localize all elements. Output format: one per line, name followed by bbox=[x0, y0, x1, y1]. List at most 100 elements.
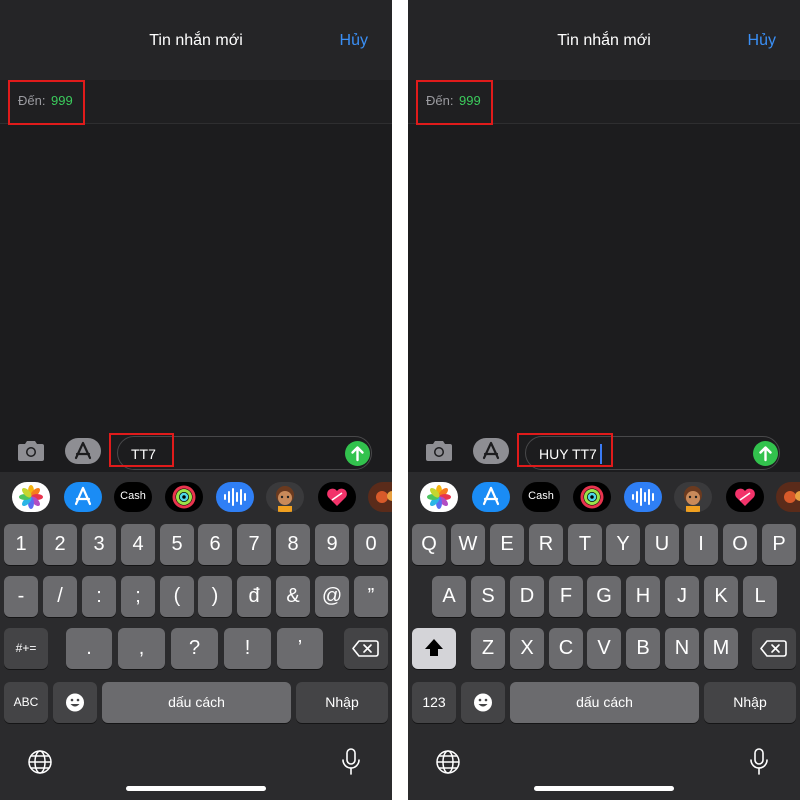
key[interactable]: N bbox=[665, 628, 699, 669]
audio-message-icon[interactable] bbox=[624, 482, 662, 512]
key[interactable]: O bbox=[723, 524, 757, 565]
abc-mode-key[interactable]: ABC bbox=[4, 682, 48, 723]
key[interactable]: ! bbox=[224, 628, 271, 669]
key[interactable]: 4 bbox=[121, 524, 155, 565]
key[interactable]: Q bbox=[412, 524, 446, 565]
key[interactable]: T bbox=[568, 524, 602, 565]
return-key[interactable]: Nhập bbox=[296, 682, 388, 723]
key[interactable]: I bbox=[684, 524, 718, 565]
key[interactable]: G bbox=[587, 576, 621, 617]
key[interactable]: 0 bbox=[354, 524, 388, 565]
key[interactable]: 8 bbox=[276, 524, 310, 565]
app-strip: Cash bbox=[0, 472, 392, 522]
key[interactable]: / bbox=[43, 576, 77, 617]
key[interactable]: 3 bbox=[82, 524, 116, 565]
shift-key[interactable] bbox=[412, 628, 456, 669]
delete-key[interactable] bbox=[752, 628, 796, 669]
page-title: Tin nhắn mới bbox=[557, 32, 651, 49]
globe-icon[interactable] bbox=[434, 748, 462, 776]
key[interactable]: 7 bbox=[237, 524, 271, 565]
key[interactable]: : bbox=[82, 576, 116, 617]
key[interactable]: F bbox=[549, 576, 583, 617]
microphone-icon[interactable] bbox=[338, 746, 364, 778]
sticker-icon[interactable] bbox=[776, 482, 800, 512]
photos-icon[interactable] bbox=[12, 482, 50, 512]
key[interactable]: ? bbox=[171, 628, 218, 669]
key[interactable]: ( bbox=[160, 576, 194, 617]
key[interactable]: & bbox=[276, 576, 310, 617]
key[interactable]: P bbox=[762, 524, 796, 565]
key[interactable]: R bbox=[529, 524, 563, 565]
key[interactable]: J bbox=[665, 576, 699, 617]
key[interactable]: D bbox=[510, 576, 544, 617]
key[interactable]: 5 bbox=[160, 524, 194, 565]
key[interactable]: H bbox=[626, 576, 660, 617]
screen-right: Tin nhắn mới Hủy Đến: 999 HUY TT7 Cash Q… bbox=[408, 0, 800, 800]
key[interactable]: - bbox=[4, 576, 38, 617]
cancel-button[interactable]: Hủy bbox=[748, 32, 776, 50]
key[interactable]: X bbox=[510, 628, 544, 669]
space-key[interactable]: dấu cách bbox=[102, 682, 291, 723]
key[interactable]: . bbox=[66, 628, 112, 669]
digital-touch-icon[interactable] bbox=[318, 482, 356, 512]
key[interactable]: 6 bbox=[198, 524, 232, 565]
key[interactable]: M bbox=[704, 628, 738, 669]
home-indicator[interactable] bbox=[534, 786, 674, 791]
key[interactable]: B bbox=[626, 628, 660, 669]
key[interactable]: 1 bbox=[4, 524, 38, 565]
memoji-icon[interactable] bbox=[674, 482, 712, 512]
key[interactable]: 9 bbox=[315, 524, 349, 565]
key[interactable]: ’ bbox=[277, 628, 323, 669]
recipient-highlight bbox=[416, 80, 493, 125]
send-button[interactable] bbox=[753, 441, 778, 466]
emoji-key[interactable] bbox=[53, 682, 97, 723]
sticker-icon[interactable] bbox=[368, 482, 392, 512]
app-store-icon[interactable] bbox=[472, 482, 510, 512]
app-store-icon[interactable] bbox=[64, 482, 102, 512]
key[interactable]: ; bbox=[121, 576, 155, 617]
symbols-mode-key[interactable]: #+= bbox=[4, 628, 48, 669]
key[interactable]: U bbox=[645, 524, 679, 565]
activity-icon[interactable] bbox=[573, 482, 611, 512]
return-key[interactable]: Nhập bbox=[704, 682, 796, 723]
numbers-mode-key[interactable]: 123 bbox=[412, 682, 456, 723]
apple-cash-icon[interactable]: Cash bbox=[522, 482, 560, 512]
app-store-icon[interactable] bbox=[473, 438, 509, 464]
audio-message-icon[interactable] bbox=[216, 482, 254, 512]
cancel-button[interactable]: Hủy bbox=[340, 32, 368, 50]
message-highlight bbox=[517, 433, 613, 467]
key[interactable]: K bbox=[704, 576, 738, 617]
activity-icon[interactable] bbox=[165, 482, 203, 512]
digital-touch-icon[interactable] bbox=[726, 482, 764, 512]
key[interactable]: L bbox=[743, 576, 777, 617]
key[interactable]: A bbox=[432, 576, 466, 617]
key[interactable]: , bbox=[118, 628, 165, 669]
key[interactable]: S bbox=[471, 576, 505, 617]
backspace-icon bbox=[352, 640, 379, 657]
key[interactable]: ) bbox=[198, 576, 232, 617]
key[interactable]: Y bbox=[606, 524, 640, 565]
key[interactable]: Z bbox=[471, 628, 505, 669]
camera-icon[interactable] bbox=[16, 438, 46, 464]
microphone-icon[interactable] bbox=[746, 746, 772, 778]
globe-icon[interactable] bbox=[26, 748, 54, 776]
apple-cash-icon[interactable]: Cash bbox=[114, 482, 152, 512]
key[interactable]: E bbox=[490, 524, 524, 565]
app-store-icon[interactable] bbox=[65, 438, 101, 464]
memoji-icon[interactable] bbox=[266, 482, 304, 512]
key[interactable]: C bbox=[549, 628, 583, 669]
key[interactable]: @ bbox=[315, 576, 349, 617]
key[interactable]: W bbox=[451, 524, 485, 565]
emoji-key[interactable] bbox=[461, 682, 505, 723]
space-key[interactable]: dấu cách bbox=[510, 682, 699, 723]
key[interactable]: V bbox=[587, 628, 621, 669]
photos-icon[interactable] bbox=[420, 482, 458, 512]
key[interactable]: 2 bbox=[43, 524, 77, 565]
send-button[interactable] bbox=[345, 441, 370, 466]
delete-key[interactable] bbox=[344, 628, 388, 669]
nav-bar: Tin nhắn mới Hủy bbox=[408, 0, 800, 80]
camera-icon[interactable] bbox=[424, 438, 454, 464]
home-indicator[interactable] bbox=[126, 786, 266, 791]
key[interactable]: đ bbox=[237, 576, 271, 617]
key[interactable]: ” bbox=[354, 576, 388, 617]
